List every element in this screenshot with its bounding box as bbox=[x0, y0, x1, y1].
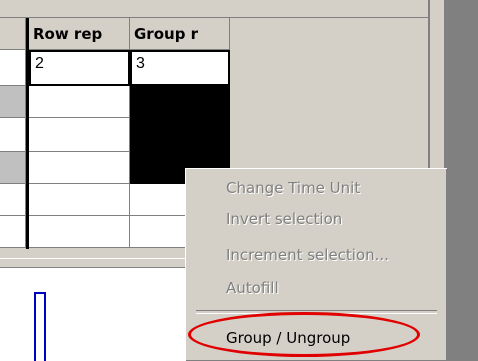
grid-cell-row-rep[interactable] bbox=[29, 184, 130, 216]
grid-cell[interactable] bbox=[0, 152, 26, 184]
grid-cell[interactable] bbox=[0, 86, 26, 118]
grid-cell[interactable] bbox=[0, 118, 26, 152]
menu-item-increment-selection[interactable]: Increment selection... bbox=[226, 240, 389, 270]
timeline-marker[interactable] bbox=[34, 292, 46, 361]
grid-cell[interactable] bbox=[0, 184, 26, 216]
grid-cell-row-rep[interactable] bbox=[29, 216, 130, 248]
menu-item-autofill[interactable]: Autofill bbox=[226, 273, 279, 303]
column-header-group-r[interactable]: Group r bbox=[130, 18, 230, 50]
grid-cell-row-rep[interactable]: 2 bbox=[29, 50, 130, 86]
grid-cell-row-rep[interactable] bbox=[29, 86, 130, 118]
column-header-previous[interactable] bbox=[0, 18, 26, 50]
grid-cell-group-r[interactable]: 3 bbox=[130, 50, 230, 86]
grid-cell-row-rep[interactable] bbox=[29, 152, 130, 184]
highlight-annotation bbox=[188, 312, 420, 357]
grid-top-strip bbox=[0, 0, 430, 18]
grid-cell[interactable] bbox=[0, 50, 26, 86]
menu-item-change-time-unit[interactable]: Change Time Unit bbox=[226, 173, 360, 203]
grid-cell-row-rep[interactable] bbox=[29, 118, 130, 152]
grid-cell[interactable] bbox=[0, 216, 26, 248]
column-header-row-rep[interactable]: Row rep bbox=[26, 18, 130, 50]
menu-item-invert-selection[interactable]: Invert selection bbox=[226, 204, 342, 234]
